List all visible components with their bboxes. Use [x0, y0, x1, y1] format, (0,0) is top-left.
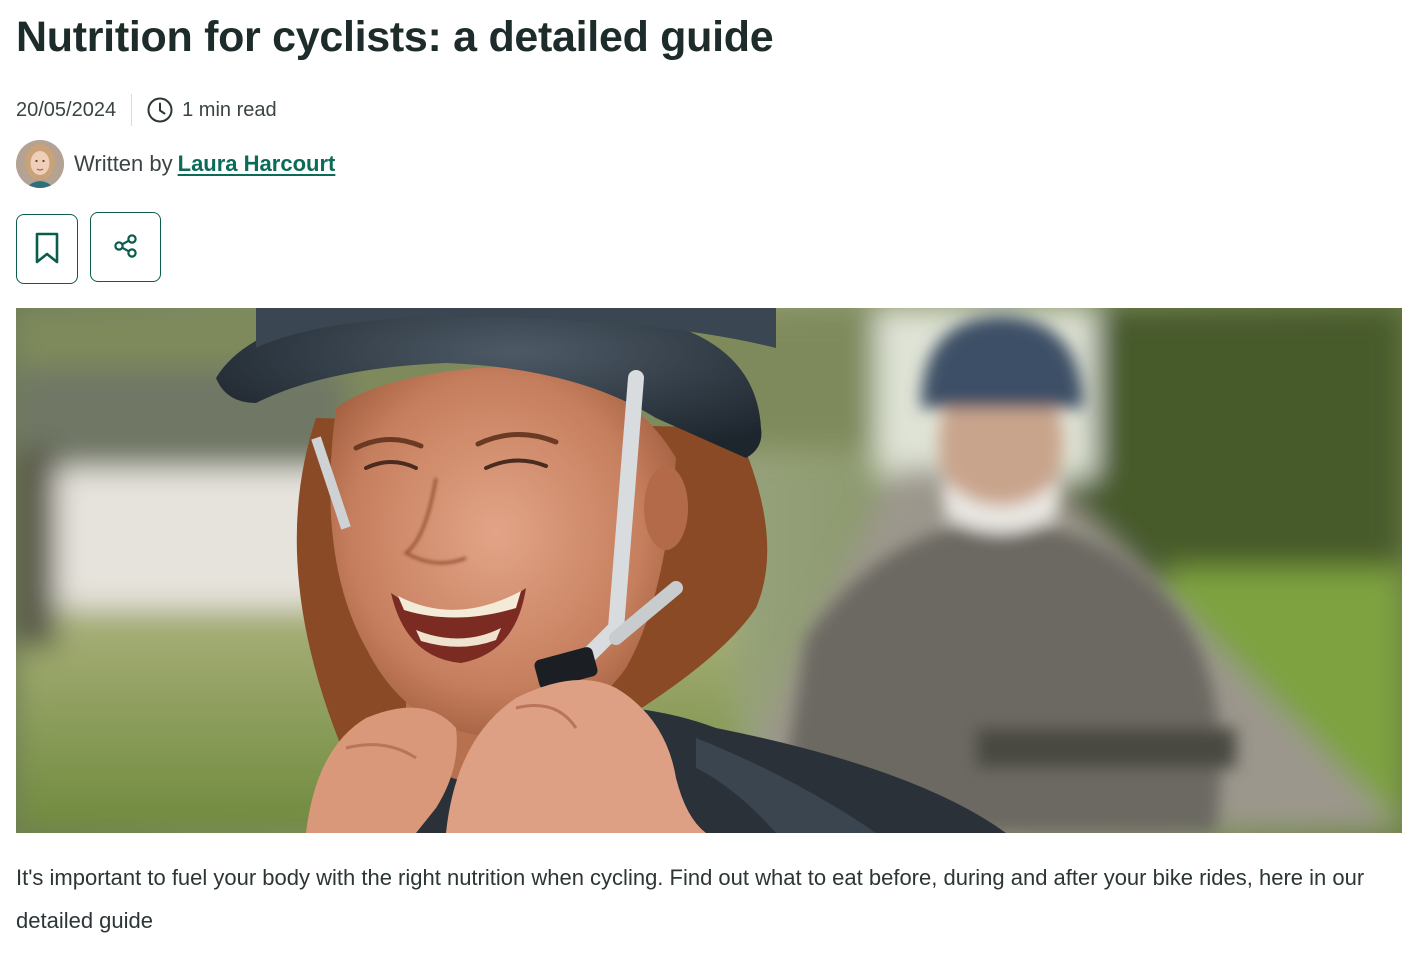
article-page: Nutrition for cyclists: a detailed guide…	[0, 0, 1428, 960]
clock-icon	[146, 96, 174, 124]
article-intro: It's important to fuel your body with th…	[16, 865, 1365, 933]
publish-date: 20/05/2024	[16, 98, 117, 121]
bookmark-icon	[33, 231, 61, 268]
bookmark-button[interactable]	[16, 214, 78, 284]
author-avatar	[16, 140, 64, 188]
share-icon	[113, 233, 139, 262]
article-meta: 20/05/2024 1 min read	[16, 92, 277, 128]
written-by-label: Written by	[74, 151, 173, 176]
hero-image	[16, 308, 1402, 833]
author-byline: Written by Laura Harcourt	[16, 140, 335, 188]
article-actions	[16, 212, 161, 284]
read-time: 1 min read	[132, 96, 277, 124]
share-button[interactable]	[90, 212, 161, 282]
article-title: Nutrition for cyclists: a detailed guide	[16, 13, 774, 61]
author-link[interactable]: Laura Harcourt	[178, 151, 336, 177]
read-time-label: 1 min read	[182, 98, 277, 121]
